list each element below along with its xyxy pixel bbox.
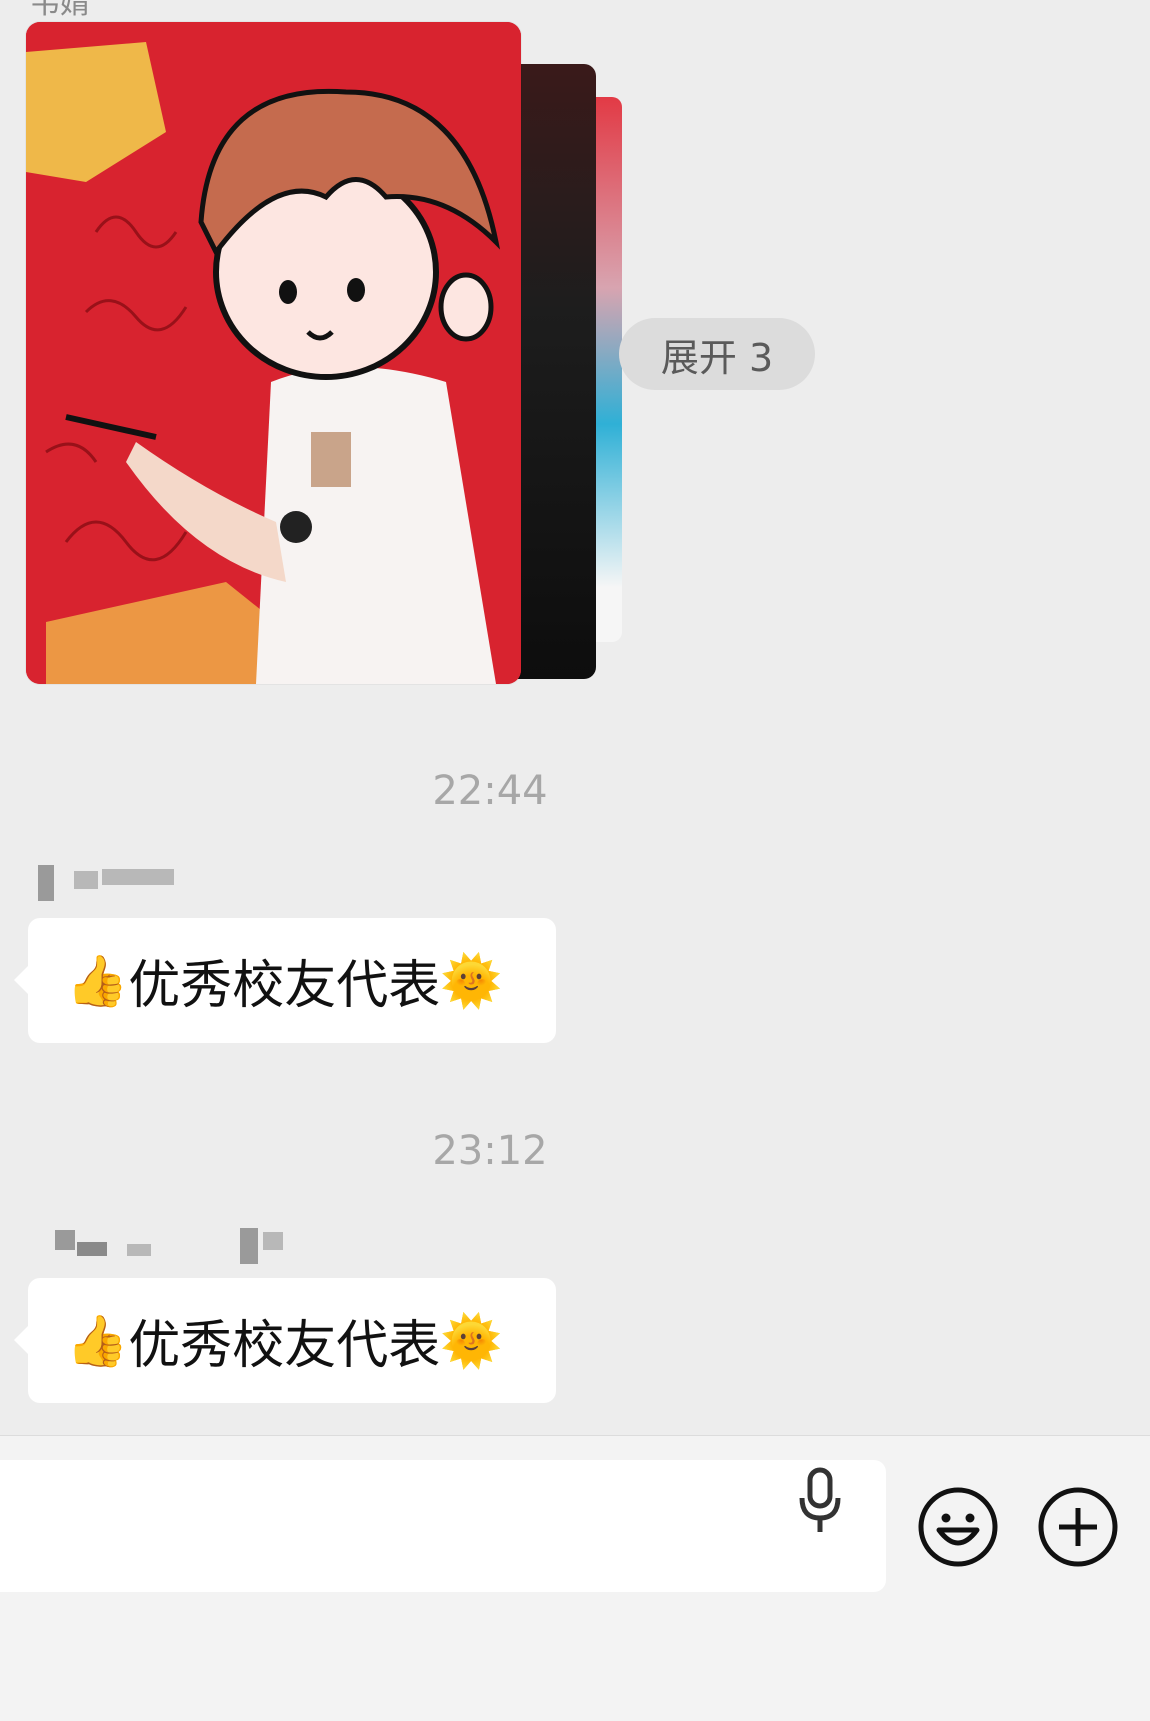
sender-name-blurred xyxy=(55,1228,305,1268)
message-input[interactable] xyxy=(0,1460,886,1592)
microphone-icon[interactable] xyxy=(795,1466,845,1536)
plus-icon[interactable] xyxy=(1037,1486,1119,1568)
photo-stack-message[interactable] xyxy=(26,22,622,688)
cartoon-photo-image xyxy=(26,22,521,684)
sender-name-blurred xyxy=(38,865,178,905)
thumbs-up-icon: 👍 xyxy=(66,951,129,1010)
message-text: 优秀校友代表 xyxy=(128,956,441,1016)
sender-name: 韦婧 xyxy=(30,0,90,21)
message-timestamp: 22:44 xyxy=(432,768,548,814)
photo-thumbnail[interactable] xyxy=(26,22,521,684)
sun-icon: 🌞 xyxy=(440,1311,503,1370)
sun-icon: 🌞 xyxy=(440,951,503,1010)
message-timestamp: 23:12 xyxy=(432,1128,548,1174)
expand-images-button[interactable]: 展开 3 xyxy=(619,318,815,390)
smiley-icon[interactable] xyxy=(917,1486,999,1568)
text-message-bubble[interactable]: 👍 优秀校友代表 🌞 xyxy=(14,1278,556,1403)
thumbs-up-icon: 👍 xyxy=(66,1311,129,1370)
chat-input-bar xyxy=(0,1435,1150,1721)
text-message-bubble[interactable]: 👍 优秀校友代表 🌞 xyxy=(14,918,556,1043)
chat-message-area: 韦婧 展开 3 22:44 👍 优秀校友代表 🌞 23:12 👍 优秀校友代表 … xyxy=(0,0,1150,1435)
message-text: 优秀校友代表 xyxy=(128,1316,441,1376)
